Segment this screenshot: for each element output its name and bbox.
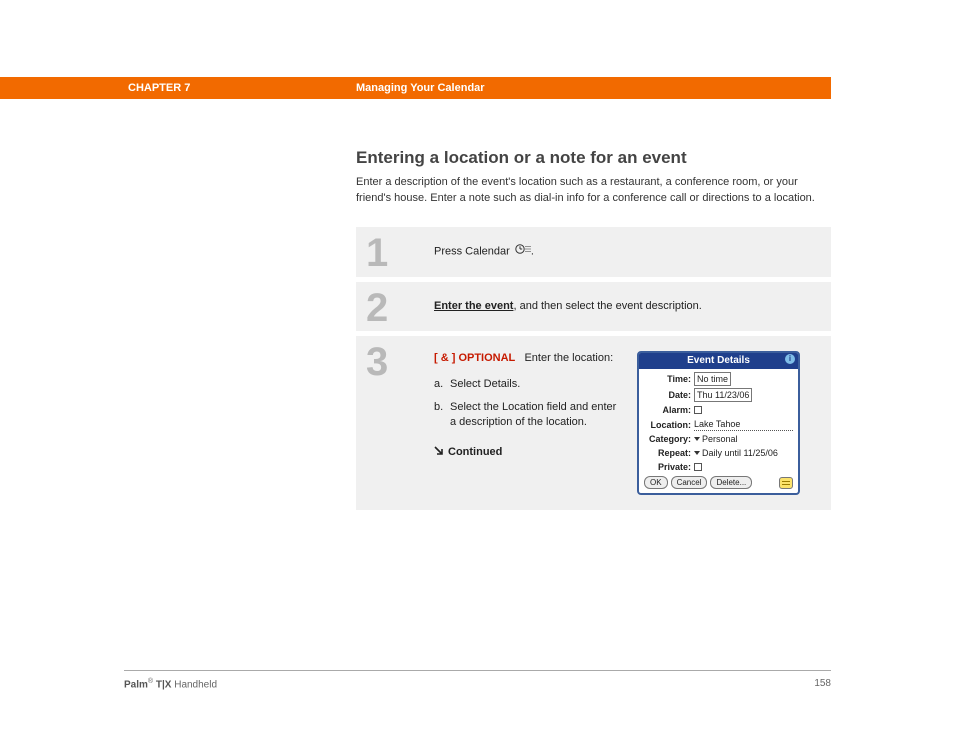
row-repeat: Repeat: Daily until 11/25/06 [644,447,793,459]
footer-brand: Palm® T|X Handheld [124,678,217,690]
optional-tag: [ & ] OPTIONAL [434,352,515,364]
section-description: Enter a description of the event's locat… [356,175,831,207]
private-label: Private: [644,461,691,473]
category-value[interactable]: Personal [702,433,738,445]
dialog-title: Event Details [687,355,750,366]
date-value[interactable]: Thu 11/23/06 [694,388,752,402]
main-content: Entering a location or a note for an eve… [356,148,831,515]
step-3: 3 [ & ] OPTIONAL Enter the location: a. … [356,336,831,515]
substep-a-text: Select Details. [450,377,520,392]
page-footer: Palm® T|X Handheld 158 [124,678,831,690]
time-label: Time: [644,373,691,385]
repeat-label: Repeat: [644,447,691,459]
calendar-icon [515,244,531,259]
dialog-title-bar: Event Details i [639,353,798,369]
substep-a: a. Select Details. [434,377,619,392]
dropdown-icon[interactable] [694,437,700,441]
dialog-button-row: OK Cancel Delete... [644,476,793,489]
note-icon[interactable] [779,477,793,489]
step-2-rest: , and then select the event description. [513,300,701,312]
footer-product-type: Handheld [171,679,217,690]
chapter-label: CHAPTER 7 [128,82,190,94]
substep-a-letter: a. [434,377,450,392]
dropdown-icon[interactable] [694,451,700,455]
step-2-body: Enter the event, and then select the eve… [434,282,831,331]
step-1-text-b: . [531,245,534,257]
page-number: 158 [814,678,831,690]
row-category: Category: Personal [644,433,793,445]
continued-indicator: Continued [434,445,619,461]
step-2-number: 2 [356,282,434,328]
step-3-body: [ & ] OPTIONAL Enter the location: a. Se… [434,336,831,510]
step-1-number: 1 [356,227,434,273]
footer-brand-name: Palm [124,679,148,690]
chapter-header: CHAPTER 7 Managing Your Calendar [0,77,831,99]
time-value[interactable]: No time [694,372,731,386]
alarm-checkbox[interactable] [694,406,702,414]
ok-button[interactable]: OK [644,476,668,489]
repeat-value[interactable]: Daily until 11/25/06 [702,447,778,459]
alarm-label: Alarm: [644,404,691,416]
footer-model: T|X [153,679,171,690]
continued-label: Continued [448,446,502,458]
substep-b-text: Select the Location field and enter a de… [450,400,619,431]
step-2: 2 Enter the event, and then select the e… [356,282,831,336]
step-1-body: Press Calendar . [434,227,831,277]
dialog-body: Time: No time Date: Thu 11/23/06 Alarm: … [639,369,798,493]
info-icon[interactable]: i [785,354,795,364]
delete-button[interactable]: Delete... [710,476,752,489]
footer-divider [124,670,831,671]
row-time: Time: No time [644,372,793,386]
substep-b-letter: b. [434,400,450,431]
step-1: 1 Press Calendar . [356,227,831,282]
row-private: Private: [644,461,793,473]
continued-arrow-icon [434,446,444,461]
row-location: Location: Lake Tahoe [644,418,793,431]
step-3-number: 3 [356,336,434,382]
enter-event-link[interactable]: Enter the event [434,300,513,312]
location-value[interactable]: Lake Tahoe [694,418,793,431]
event-details-dialog: Event Details i Time: No time Date: Thu … [637,351,800,495]
row-alarm: Alarm: [644,404,793,416]
location-label: Location: [644,419,691,431]
category-label: Category: [644,433,691,445]
step-3-text-column: [ & ] OPTIONAL Enter the location: a. Se… [434,351,619,495]
section-title: Entering a location or a note for an eve… [356,148,831,168]
cancel-button[interactable]: Cancel [671,476,708,489]
date-label: Date: [644,389,691,401]
row-date: Date: Thu 11/23/06 [644,388,793,402]
chapter-title: Managing Your Calendar [356,82,485,94]
step-1-text-a: Press Calendar [434,245,513,257]
step-3-intro: Enter the location: [524,352,613,364]
substep-b: b. Select the Location field and enter a… [434,400,619,431]
private-checkbox[interactable] [694,463,702,471]
